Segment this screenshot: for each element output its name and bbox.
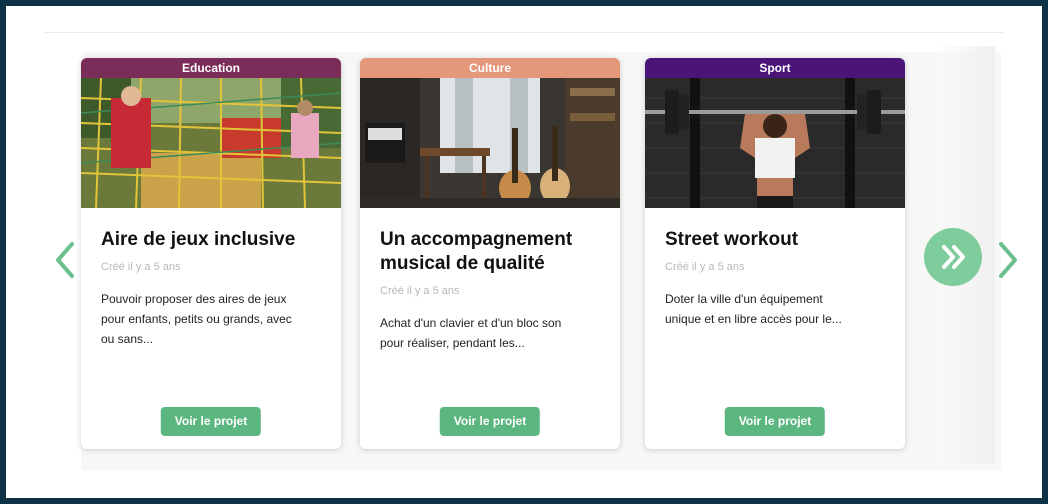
card-date: Créé il y a 5 ans (665, 261, 745, 273)
card-date: Créé il y a 5 ans (101, 261, 181, 273)
divider (44, 32, 1004, 33)
card-description: Doter la ville d'un équipement unique et… (665, 289, 885, 329)
card-title-line: musical de qualité (380, 253, 545, 274)
double-chevron-right-icon (942, 245, 965, 269)
card-description-line: pour réaliser, pendant les... (380, 336, 525, 350)
card-title: Aire de jeux inclusive (101, 229, 296, 250)
card-description-line: pour enfants, petits ou grands, avec (101, 312, 292, 326)
project-card-sport: Sport Street workout Créé il y a 5 ans D… (645, 58, 905, 449)
project-card-culture: Culture Un accompagnement musical de qua… (360, 58, 620, 449)
card-description: Pouvoir proposer des aires de jeux pour … (101, 289, 321, 349)
view-project-button[interactable]: Voir le projet (439, 407, 541, 436)
music-studio-image (360, 78, 620, 208)
card-description-line: Achat d'un clavier et d'un bloc son (380, 316, 562, 330)
card-date: Créé il y a 5 ans (380, 285, 460, 297)
card-description-line: ou sans... (101, 332, 154, 346)
view-project-button[interactable]: Voir le projet (724, 407, 826, 436)
card-description: Achat d'un clavier et d'un bloc son pour… (380, 313, 600, 353)
card-title: Street workout (665, 229, 799, 250)
card-title-line: Un accompagnement (380, 229, 573, 250)
project-card-education: Education Aire de jeux inclusive Créé il… (81, 58, 341, 449)
view-project-button[interactable]: Voir le projet (160, 407, 262, 436)
category-badge: Sport (645, 58, 905, 78)
category-badge: Education (81, 58, 341, 78)
card-description-line: unique et en libre accès pour le... (665, 312, 842, 326)
chevron-right-icon[interactable] (995, 240, 1021, 280)
chevron-left-icon[interactable] (52, 240, 78, 280)
card-title: Un accompagnement musical de qualité (380, 228, 600, 276)
category-badge: Culture (360, 58, 620, 78)
card-description-line: Doter la ville d'un équipement (665, 292, 823, 306)
skip-forward-button[interactable] (924, 228, 982, 286)
workout-image (645, 78, 905, 208)
playground-image (81, 78, 341, 208)
card-description-line: Pouvoir proposer des aires de jeux (101, 292, 287, 306)
